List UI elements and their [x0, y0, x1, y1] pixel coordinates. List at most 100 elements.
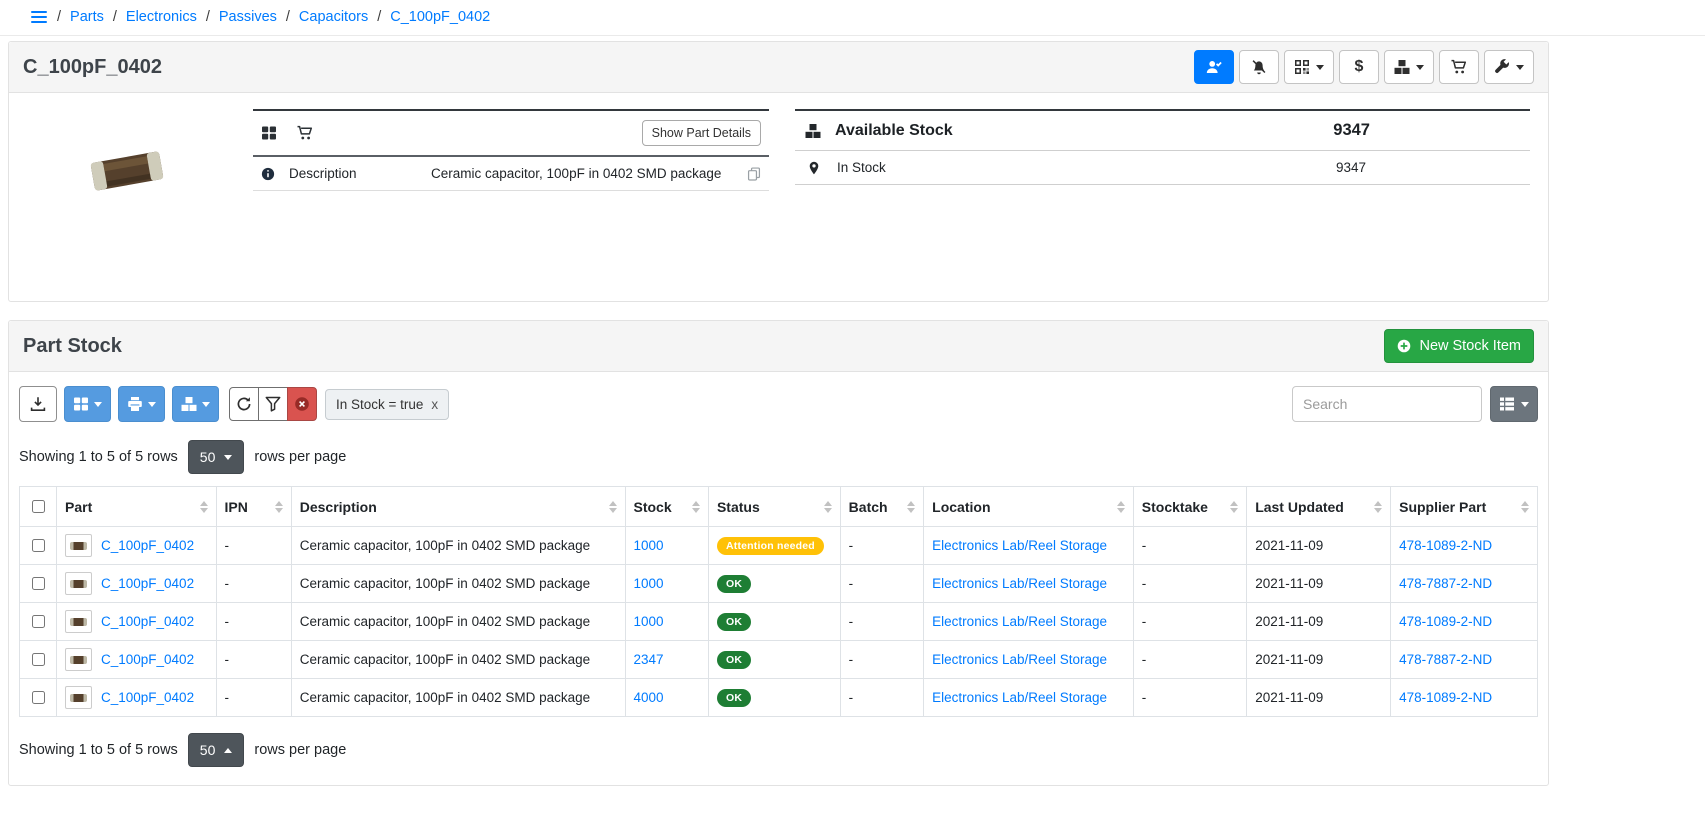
- page-title: C_100pF_0402: [23, 56, 162, 79]
- stock-link[interactable]: 1000: [634, 576, 664, 591]
- part-link[interactable]: C_100pF_0402: [101, 614, 194, 629]
- stock-options-dropdown[interactable]: [172, 386, 219, 422]
- in-stock-row: In Stock 9347: [795, 151, 1530, 185]
- show-part-details-button[interactable]: Show Part Details: [642, 120, 761, 146]
- column-header-description[interactable]: Description: [291, 487, 625, 527]
- row-checkbox[interactable]: [32, 653, 45, 666]
- batch-cell: -: [840, 565, 924, 603]
- breadcrumb-separator: /: [286, 9, 290, 25]
- supplier-part-link[interactable]: 478-1089-2-ND: [1399, 538, 1492, 553]
- part-link[interactable]: C_100pF_0402: [101, 690, 194, 705]
- supplier-part-link[interactable]: 478-1089-2-ND: [1399, 614, 1492, 629]
- menu-icon[interactable]: [30, 9, 48, 25]
- stock-link[interactable]: 1000: [634, 614, 664, 629]
- rows-per-page-select[interactable]: 50: [188, 733, 245, 767]
- person-check-icon: [1206, 59, 1222, 75]
- stocktake-cell: -: [1133, 679, 1246, 717]
- sort-icon: [1230, 501, 1238, 513]
- breadcrumb-separator: /: [377, 9, 381, 25]
- remove-filter-icon[interactable]: x: [431, 397, 438, 412]
- filter-button[interactable]: [258, 387, 288, 421]
- stock-link[interactable]: 1000: [634, 538, 664, 553]
- column-header-status[interactable]: Status: [708, 487, 840, 527]
- shopping-cart-icon: [1451, 59, 1467, 75]
- stock-link[interactable]: 2347: [634, 652, 664, 667]
- supplier-part-link[interactable]: 478-7887-2-ND: [1399, 652, 1492, 667]
- copy-icon[interactable]: [747, 167, 761, 181]
- column-header-stocktake[interactable]: Stocktake: [1133, 487, 1246, 527]
- breadcrumb-item-parts[interactable]: Parts: [70, 9, 104, 25]
- sort-icon: [824, 501, 832, 513]
- column-header-ipn[interactable]: IPN: [216, 487, 291, 527]
- location-link[interactable]: Electronics Lab/Reel Storage: [932, 614, 1107, 629]
- available-stock-label: Available Stock: [835, 122, 953, 140]
- part-actions-dropdown[interactable]: [1484, 50, 1534, 84]
- refresh-icon: [236, 396, 252, 412]
- status-badge: OK: [717, 689, 751, 707]
- part-link[interactable]: C_100pF_0402: [101, 652, 194, 667]
- filter-chip[interactable]: In Stock = true x: [325, 389, 449, 420]
- breadcrumb-item-passives[interactable]: Passives: [219, 9, 277, 25]
- stock-link[interactable]: 4000: [634, 690, 664, 705]
- search-input[interactable]: [1292, 386, 1482, 422]
- stock-row[interactable]: C_100pF_0402 - Ceramic capacitor, 100pF …: [20, 565, 1538, 603]
- rows-per-page-select[interactable]: 50: [188, 440, 245, 474]
- showing-text: Showing 1 to 5 of 5 rows: [19, 742, 178, 758]
- new-stock-item-button[interactable]: New Stock Item: [1384, 329, 1534, 363]
- location-link[interactable]: Electronics Lab/Reel Storage: [932, 576, 1107, 591]
- description-cell: Ceramic capacitor, 100pF in 0402 SMD pac…: [291, 527, 625, 565]
- clear-filters-button[interactable]: [287, 387, 317, 421]
- stock-row[interactable]: C_100pF_0402 - Ceramic capacitor, 100pF …: [20, 527, 1538, 565]
- row-checkbox[interactable]: [32, 615, 45, 628]
- barcode-actions-dropdown[interactable]: [1284, 50, 1334, 84]
- row-checkbox[interactable]: [32, 577, 45, 590]
- stock-row[interactable]: C_100pF_0402 - Ceramic capacitor, 100pF …: [20, 641, 1538, 679]
- part-toolbar: $: [1194, 50, 1534, 84]
- list-view-icon: [1499, 396, 1515, 412]
- part-link[interactable]: C_100pF_0402: [101, 538, 194, 553]
- ipn-cell: -: [216, 679, 291, 717]
- breadcrumb-item-current-part[interactable]: C_100pF_0402: [390, 9, 490, 25]
- ipn-cell: -: [216, 565, 291, 603]
- row-checkbox[interactable]: [32, 539, 45, 552]
- stock-row[interactable]: C_100pF_0402 - Ceramic capacitor, 100pF …: [20, 679, 1538, 717]
- supplier-part-link[interactable]: 478-7887-2-ND: [1399, 576, 1492, 591]
- part-link[interactable]: C_100pF_0402: [101, 576, 194, 591]
- part-stock-panel: Part Stock New Stock Item: [8, 320, 1549, 786]
- stock-row[interactable]: C_100pF_0402 - Ceramic capacitor, 100pF …: [20, 603, 1538, 641]
- part-thumbnail: [65, 534, 92, 557]
- filter-button-group: [229, 387, 317, 421]
- info-circle-icon: [261, 167, 275, 181]
- barcode-options-dropdown[interactable]: [64, 386, 111, 422]
- subscribe-button[interactable]: [1194, 50, 1234, 84]
- stock-actions-dropdown[interactable]: [1384, 50, 1434, 84]
- breadcrumb-item-electronics[interactable]: Electronics: [126, 9, 197, 25]
- row-checkbox[interactable]: [32, 691, 45, 704]
- location-link[interactable]: Electronics Lab/Reel Storage: [932, 538, 1107, 553]
- order-part-button[interactable]: [1439, 50, 1479, 84]
- column-header-batch[interactable]: Batch: [840, 487, 924, 527]
- status-badge: OK: [717, 575, 751, 593]
- column-header-last-updated[interactable]: Last Updated: [1247, 487, 1391, 527]
- grid-icon: [73, 396, 89, 412]
- part-stock-header: Part Stock New Stock Item: [9, 321, 1548, 372]
- column-header-part[interactable]: Part: [57, 487, 217, 527]
- caret-down-icon: [1416, 65, 1424, 70]
- notifications-off-button[interactable]: [1239, 50, 1279, 84]
- pricing-button[interactable]: $: [1339, 50, 1379, 84]
- print-actions-dropdown[interactable]: [118, 386, 165, 422]
- part-details-head: Show Part Details: [253, 111, 769, 157]
- pagination-top: Showing 1 to 5 of 5 rows 50 rows per pag…: [9, 424, 1548, 486]
- location-link[interactable]: Electronics Lab/Reel Storage: [932, 652, 1107, 667]
- supplier-part-link[interactable]: 478-1089-2-ND: [1399, 690, 1492, 705]
- export-button[interactable]: [19, 386, 57, 422]
- table-view-dropdown[interactable]: [1490, 386, 1538, 422]
- location-link[interactable]: Electronics Lab/Reel Storage: [932, 690, 1107, 705]
- stocktake-cell: -: [1133, 603, 1246, 641]
- column-header-location[interactable]: Location: [924, 487, 1134, 527]
- refresh-button[interactable]: [229, 387, 259, 421]
- column-header-supplier-part[interactable]: Supplier Part: [1391, 487, 1538, 527]
- breadcrumb-item-capacitors[interactable]: Capacitors: [299, 9, 368, 25]
- column-header-stock[interactable]: Stock: [625, 487, 708, 527]
- select-all-checkbox[interactable]: [32, 500, 45, 513]
